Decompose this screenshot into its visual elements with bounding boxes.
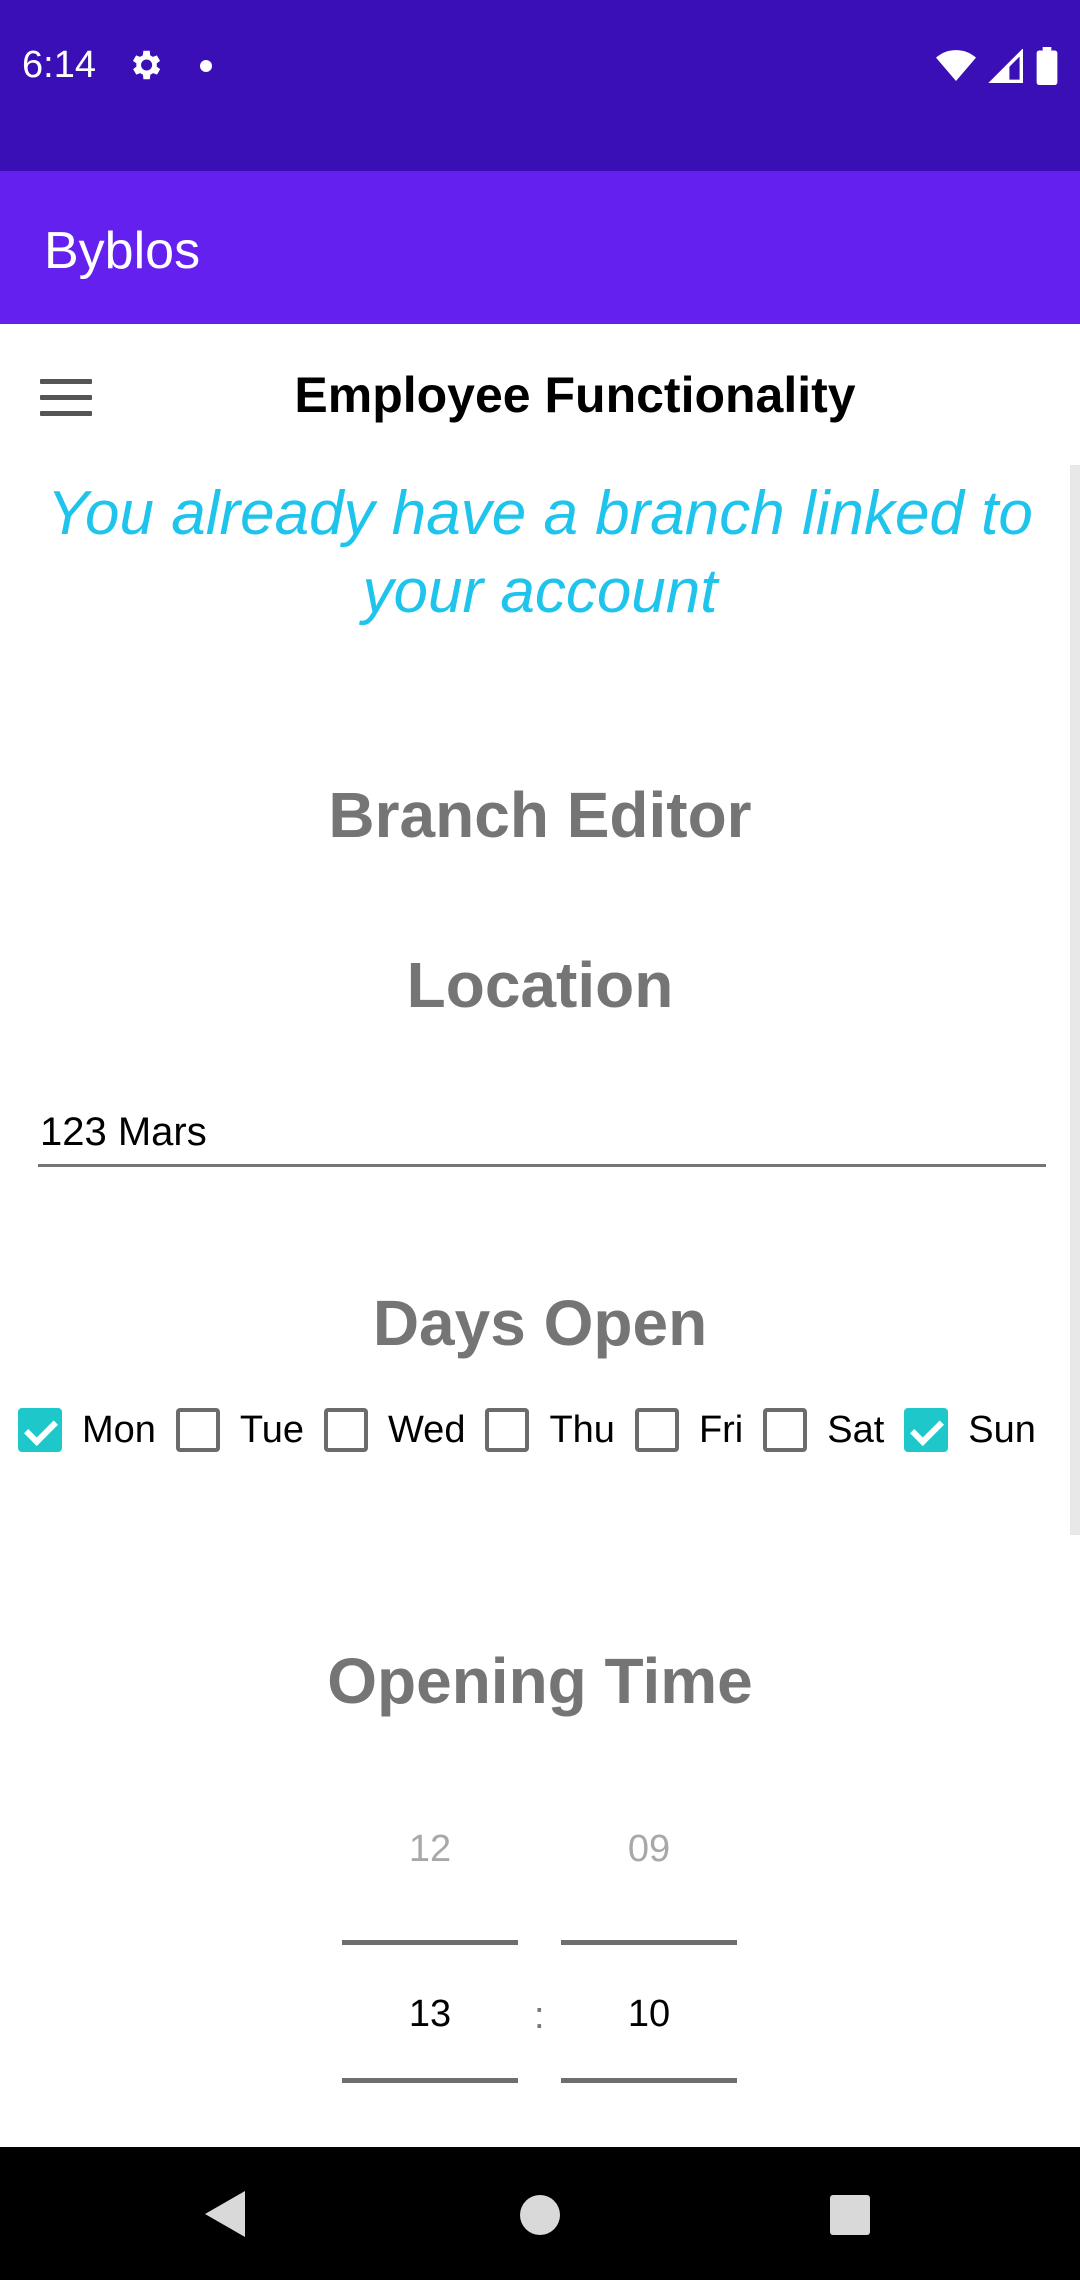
day-label: Fri (698, 1408, 744, 1451)
hour-prev-value[interactable]: 12 (342, 1828, 518, 1871)
minute-selector[interactable]: 10 (561, 1993, 737, 2036)
day-fri[interactable]: Fri (634, 1408, 744, 1452)
day-label: Sun (968, 1408, 1036, 1451)
checkbox-mon[interactable] (18, 1408, 62, 1452)
checkbox-wed[interactable] (324, 1408, 368, 1452)
day-label: Tue (239, 1408, 304, 1451)
hour-value: 13 (408, 1993, 452, 2035)
hour-selector[interactable]: 13 (342, 1993, 518, 2036)
checkbox-fri[interactable] (634, 1408, 679, 1452)
opening-time-heading: Opening Time (327, 1645, 753, 1717)
minute-divider-top (561, 1940, 737, 1945)
status-bar: 6:14 (0, 0, 1080, 171)
hour-divider-top (342, 1940, 518, 1945)
day-mon[interactable]: Mon (18, 1408, 156, 1452)
location-heading: Location (406, 949, 674, 1021)
day-sat[interactable]: Sat (763, 1408, 884, 1452)
day-wed[interactable]: Wed (324, 1408, 465, 1452)
minute-prev-text: 09 (627, 1828, 671, 1870)
time-separator: : (534, 1995, 545, 2037)
location-input[interactable] (38, 1100, 1046, 1167)
branch-editor-heading: Branch Editor (328, 779, 752, 851)
signal-icon (988, 49, 1023, 83)
gear-icon (132, 50, 161, 80)
day-thu[interactable]: Thu (485, 1408, 615, 1452)
recent-apps-icon[interactable] (830, 2195, 870, 2235)
day-label: Thu (549, 1408, 615, 1451)
minute-divider-bottom (561, 2078, 737, 2083)
day-label: Sat (827, 1408, 885, 1451)
battery-icon (1036, 47, 1058, 85)
minute-prev-value[interactable]: 09 (561, 1828, 737, 1871)
status-time: 6:14 (22, 44, 96, 86)
notice-message: You already have a branch linked to your… (47, 479, 1033, 626)
days-open-checkboxes: Mon Tue Wed Thu Fri Sat Sun (18, 1400, 1056, 1460)
app-title: Byblos (44, 222, 201, 280)
system-nav-bar (0, 2147, 1080, 2280)
toolbar: Employee Functionality (0, 324, 1080, 464)
day-label: Wed (388, 1408, 466, 1451)
day-tue[interactable]: Tue (175, 1408, 304, 1452)
home-icon[interactable] (520, 2195, 560, 2235)
wifi-icon (936, 50, 976, 81)
page-title: Employee Functionality (294, 367, 856, 423)
checkbox-sat[interactable] (763, 1408, 808, 1452)
minute-value: 10 (627, 1993, 671, 2035)
checkbox-thu[interactable] (485, 1408, 530, 1452)
day-label: Mon (82, 1408, 156, 1451)
hour-prev-text: 12 (408, 1828, 452, 1870)
checkbox-tue[interactable] (175, 1408, 220, 1452)
hour-divider-bottom (342, 2078, 518, 2083)
back-icon[interactable] (205, 2191, 245, 2237)
notification-dot-icon (200, 60, 212, 72)
app-bar: Byblos (0, 171, 1080, 324)
day-sun[interactable]: Sun (904, 1408, 1036, 1452)
checkbox-sun[interactable] (904, 1408, 949, 1452)
days-open-heading: Days Open (372, 1287, 708, 1359)
